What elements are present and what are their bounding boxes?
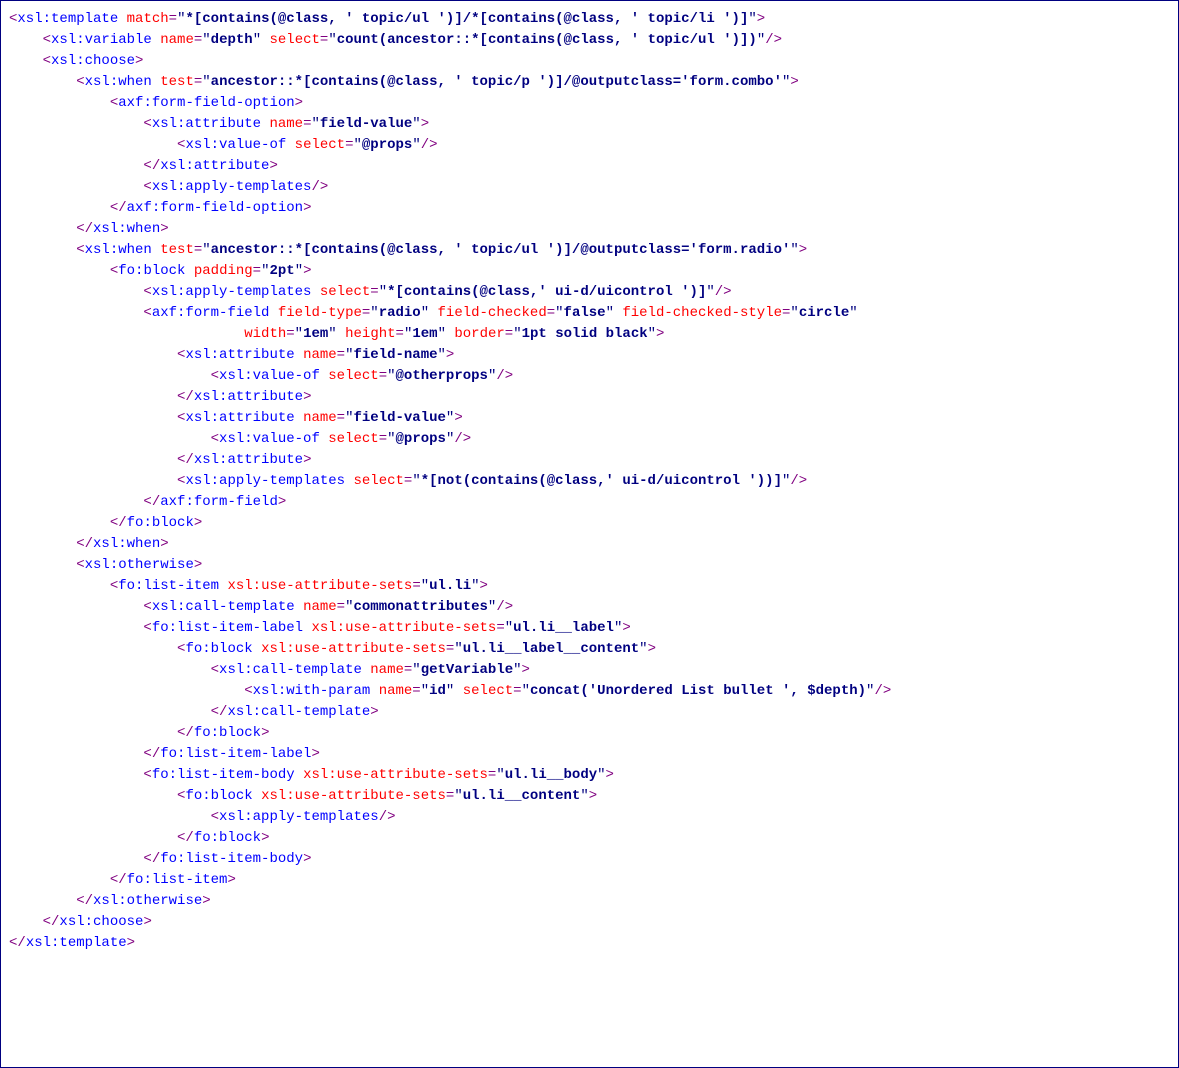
code-text: <xsl:template match="*[contains(@class, …: [9, 11, 891, 951]
code-block: <xsl:template match="*[contains(@class, …: [0, 0, 1179, 1068]
